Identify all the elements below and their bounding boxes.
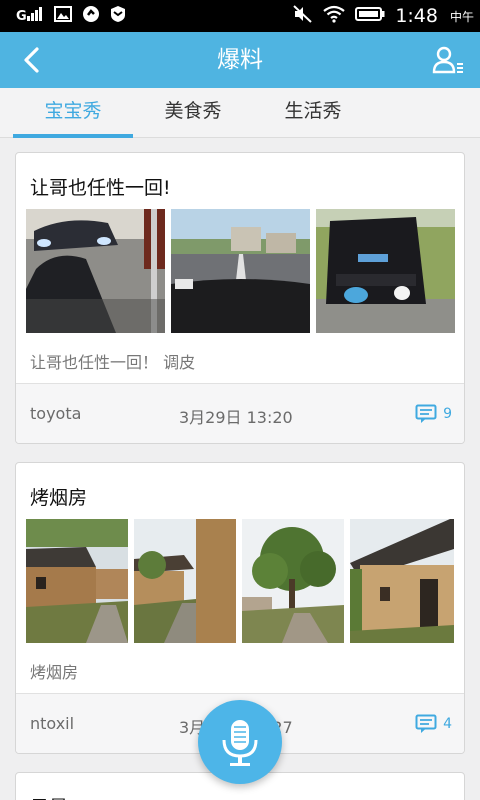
car-headlights-photo bbox=[26, 209, 165, 333]
voice-record-button[interactable] bbox=[198, 700, 282, 784]
tab-baby[interactable]: 宝宝秀 bbox=[13, 88, 133, 138]
status-bar: G 1:48 中午 bbox=[0, 0, 480, 32]
user-list-icon bbox=[432, 46, 463, 74]
shield-icon bbox=[110, 5, 126, 27]
post-author: ntoxil bbox=[30, 714, 75, 733]
tab-food[interactable]: 美食秀 bbox=[133, 88, 253, 138]
page-title: 爆料 bbox=[217, 47, 263, 73]
post-time: 3月29日 13:20 bbox=[179, 408, 293, 427]
village-path-photo bbox=[134, 519, 236, 643]
category-tabs: 宝宝秀 美食秀 生活秀 bbox=[0, 88, 480, 138]
tab-life[interactable]: 生活秀 bbox=[253, 88, 373, 138]
gallery-icon bbox=[54, 6, 72, 26]
comment-icon bbox=[415, 404, 437, 423]
battery-icon bbox=[355, 6, 385, 26]
status-right: 1:48 中午 bbox=[293, 5, 474, 27]
post-photo[interactable] bbox=[316, 209, 455, 333]
header-bar: 爆料 bbox=[0, 32, 480, 88]
post-footer: toyota 3月29日 13:20 9 bbox=[16, 383, 464, 443]
post-photo[interactable] bbox=[26, 519, 128, 643]
clock-ampm: 中午 bbox=[449, 9, 474, 24]
post-description: 烤烟房 bbox=[30, 663, 79, 682]
tree-path-photo bbox=[242, 519, 344, 643]
svg-text:G: G bbox=[16, 9, 26, 22]
post-card[interactable]: 让哥也任性一回! 让哥也任性一回！ 调皮 toyota 3月29日 13:20 … bbox=[15, 152, 465, 444]
car-rear-photo bbox=[316, 209, 455, 333]
old-house-photo bbox=[350, 519, 454, 643]
post-photo[interactable] bbox=[134, 519, 236, 643]
road-windshield-photo bbox=[171, 209, 310, 333]
wifi-icon bbox=[323, 5, 345, 27]
post-photo[interactable] bbox=[350, 519, 454, 643]
post-photo[interactable] bbox=[26, 209, 165, 333]
comment-count: 9 bbox=[443, 406, 452, 422]
post-photo[interactable] bbox=[171, 209, 310, 333]
app-icon bbox=[82, 5, 100, 27]
comment-button[interactable]: 4 bbox=[415, 714, 452, 734]
comment-button[interactable]: 9 bbox=[415, 404, 452, 424]
post-photo[interactable] bbox=[242, 519, 344, 643]
status-left: G bbox=[16, 6, 126, 26]
signal-icon: G bbox=[16, 6, 44, 26]
mute-icon bbox=[293, 5, 313, 27]
post-description: 让哥也任性一回！ 调皮 bbox=[30, 353, 196, 372]
clock-time: 1:48 bbox=[395, 5, 438, 27]
user-button[interactable] bbox=[432, 44, 466, 76]
comment-icon bbox=[415, 714, 437, 733]
post-author: toyota bbox=[30, 404, 82, 423]
post-title: 风景 bbox=[30, 793, 68, 800]
post-title: 烤烟房 bbox=[30, 487, 88, 509]
post-title: 让哥也任性一回! bbox=[30, 177, 171, 199]
active-tab-indicator bbox=[13, 134, 133, 138]
mud-house-photo bbox=[26, 519, 128, 643]
comment-count: 4 bbox=[443, 716, 452, 732]
microphone-icon bbox=[222, 720, 258, 766]
